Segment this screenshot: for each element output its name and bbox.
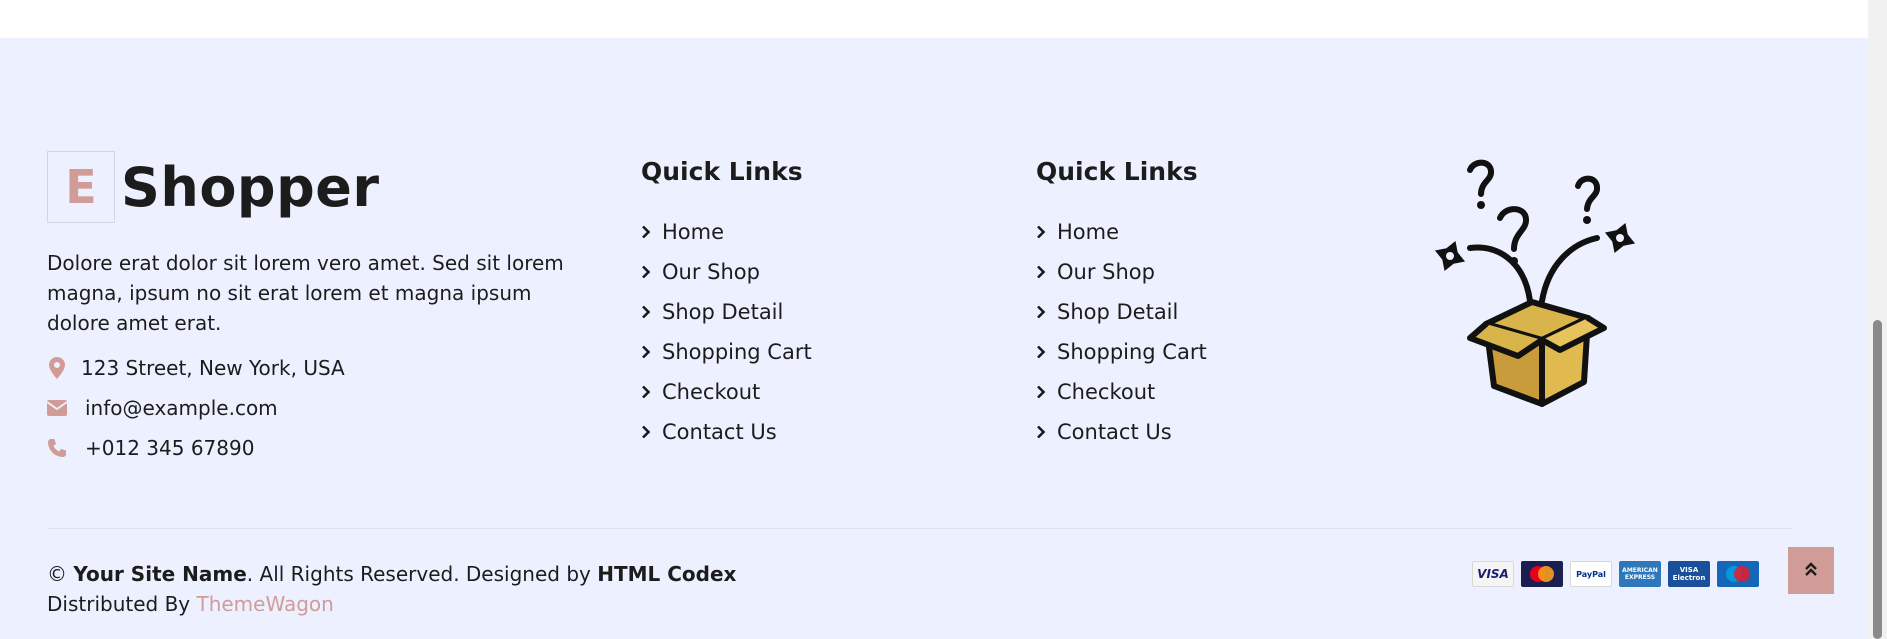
chevron-right-icon [641, 305, 653, 319]
distributed-by-label: Distributed By [47, 592, 191, 616]
quick-link-contact-us[interactable]: Contact Us [641, 412, 812, 452]
footer-description: Dolore erat dolor sit lorem vero amet. S… [47, 251, 564, 335]
copyright-line: © Your Site Name. All Rights Reserved. D… [47, 559, 736, 589]
quick-link-label: Checkout [662, 380, 761, 404]
distributor-link[interactable]: ThemeWagon [196, 592, 333, 616]
visa-electron-card-icon: VISA Electron [1668, 561, 1710, 587]
quick-links-column-1: Quick Links Home Our Shop Shop Detail Sh… [641, 154, 812, 452]
paypal-card-icon: PayPal [1570, 561, 1612, 587]
maestro-card-icon [1717, 561, 1759, 587]
quick-link-label: Home [1057, 220, 1120, 244]
contact-address: 123 Street, New York, USA [47, 356, 345, 380]
contact-email: info@example.com [47, 396, 278, 420]
quick-links-list: Home Our Shop Shop Detail Shopping Cart … [1036, 212, 1207, 452]
quick-link-label: Shop Detail [662, 300, 784, 324]
payment-methods: VISA PayPal AMERICAN EXPRESS VISA Electr… [1472, 561, 1766, 587]
quick-links-column-2: Quick Links Home Our Shop Shop Detail Sh… [1036, 154, 1207, 452]
footer-divider [47, 528, 1792, 529]
mystery-box-illustration [1430, 156, 1640, 411]
amex-card-icon: AMERICAN EXPRESS [1619, 561, 1661, 587]
mastercard-card-icon [1521, 561, 1563, 587]
quick-link-contact-us[interactable]: Contact Us [1036, 412, 1207, 452]
contact-phone-text: +012 345 67890 [85, 436, 255, 460]
chevron-right-icon [641, 225, 653, 239]
chevron-right-icon [641, 385, 653, 399]
quick-link-label: Shopping Cart [1057, 340, 1207, 364]
quick-link-label: Our Shop [662, 260, 760, 284]
quick-link-home[interactable]: Home [641, 212, 812, 252]
rights-text: . All Rights Reserved. Designed by [246, 562, 591, 586]
quick-link-our-shop[interactable]: Our Shop [1036, 252, 1207, 292]
page-top-area [0, 0, 1868, 38]
quick-link-shop-detail[interactable]: Shop Detail [641, 292, 812, 332]
distributed-line: Distributed By ThemeWagon [47, 589, 736, 619]
quick-link-checkout[interactable]: Checkout [641, 372, 812, 412]
contact-phone: +012 345 67890 [47, 436, 254, 460]
chevron-right-icon [641, 425, 653, 439]
chevron-right-icon [1036, 265, 1048, 279]
scrollbar-thumb[interactable] [1873, 320, 1882, 639]
chevron-right-icon [1036, 305, 1048, 319]
copyright-symbol: © [47, 562, 67, 586]
back-to-top-button[interactable] [1788, 547, 1834, 594]
quick-link-label: Home [662, 220, 725, 244]
chevron-right-icon [1036, 425, 1048, 439]
chevron-right-icon [641, 265, 653, 279]
quick-link-label: Our Shop [1057, 260, 1155, 284]
quick-links-heading: Quick Links [641, 157, 803, 186]
quick-link-shopping-cart[interactable]: Shopping Cart [641, 332, 812, 372]
chevron-right-icon [641, 345, 653, 359]
logo-letter-box: E [47, 151, 115, 223]
contact-address-text: 123 Street, New York, USA [81, 356, 345, 380]
quick-link-label: Contact Us [1057, 420, 1172, 444]
quick-links-list: Home Our Shop Shop Detail Shopping Cart … [641, 212, 812, 452]
visa-card-icon: VISA [1472, 561, 1514, 587]
quick-link-shop-detail[interactable]: Shop Detail [1036, 292, 1207, 332]
quick-link-our-shop[interactable]: Our Shop [641, 252, 812, 292]
double-chevron-up-icon [1804, 561, 1818, 581]
chevron-right-icon [1036, 385, 1048, 399]
map-marker-icon [47, 357, 67, 379]
chevron-right-icon [1036, 225, 1048, 239]
quick-link-home[interactable]: Home [1036, 212, 1207, 252]
quick-link-label: Shopping Cart [662, 340, 812, 364]
quick-link-label: Shop Detail [1057, 300, 1179, 324]
page-scrollbar[interactable] [1868, 0, 1887, 639]
quick-link-shopping-cart[interactable]: Shopping Cart [1036, 332, 1207, 372]
envelope-icon [47, 398, 67, 418]
quick-link-checkout[interactable]: Checkout [1036, 372, 1207, 412]
logo-name: Shopper [121, 155, 380, 219]
designer-link[interactable]: HTML Codex [597, 562, 736, 586]
quick-links-heading: Quick Links [1036, 157, 1198, 186]
phone-icon [47, 438, 67, 458]
chevron-right-icon [1036, 345, 1048, 359]
footer-logo[interactable]: E Shopper [47, 151, 380, 223]
quick-link-label: Contact Us [662, 420, 777, 444]
quick-link-label: Checkout [1057, 380, 1156, 404]
site-name-link[interactable]: Your Site Name [73, 562, 246, 586]
contact-email-text: info@example.com [85, 396, 278, 420]
copyright-block: © Your Site Name. All Rights Reserved. D… [47, 559, 736, 619]
logo-letter: E [65, 160, 97, 214]
